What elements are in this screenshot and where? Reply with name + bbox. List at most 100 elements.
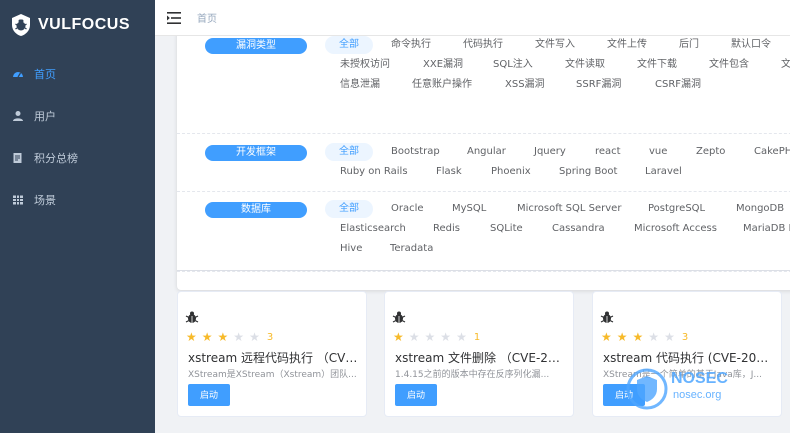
user-icon <box>12 110 24 122</box>
logo[interactable]: VULFOCUS <box>0 0 155 50</box>
tag-item[interactable]: Zepto <box>696 143 725 161</box>
document-icon <box>12 152 24 164</box>
tag-item[interactable]: 文件写入 <box>535 36 575 54</box>
tag-item[interactable]: react <box>595 143 621 161</box>
tag-item[interactable]: XSS漏洞 <box>505 76 545 94</box>
rating-value: 3 <box>681 331 689 343</box>
vuln-card[interactable]: ★ ★ ★ ★ ★ 1 xstream 文件删除 （CVE-2021-... 1… <box>384 291 574 417</box>
tag-item[interactable]: Bootstrap <box>391 143 440 161</box>
sidebar: VULFOCUS 首页 用户 积分总榜 场景 <box>0 0 155 433</box>
tag-item[interactable]: Elasticsearch <box>340 220 406 238</box>
sidebar-item-scenes[interactable]: 场景 <box>0 179 155 221</box>
tag-item[interactable]: SQLite <box>490 220 523 238</box>
tag-item[interactable]: Hive <box>340 240 362 258</box>
filter-label-database: 数据库 <box>205 202 307 218</box>
rating-value: 1 <box>473 331 481 343</box>
tag-item[interactable]: Angular <box>467 143 506 161</box>
sidebar-item-users[interactable]: 用户 <box>0 95 155 137</box>
tag-item[interactable]: 任意账户操作 <box>412 76 472 94</box>
sidebar-item-label: 场景 <box>34 194 56 207</box>
tag-all[interactable]: 全部 <box>325 143 373 161</box>
star-icon: ★ <box>616 330 628 344</box>
tag-item[interactable]: Ruby on Rails <box>340 163 408 181</box>
card-title: xstream 文件删除 （CVE-2021-... <box>395 351 565 365</box>
star-icon: ★ <box>664 330 675 344</box>
tag-item[interactable]: Laravel <box>645 163 682 181</box>
star-icon: ★ <box>393 330 404 344</box>
filter-row-database: 数据库 全部 Oracle MySQL Microsoft SQL Server… <box>177 192 790 272</box>
filter-card: 漏洞类型 全部 命令执行 代码执行 文件写入 文件上传 后门 默认口令 未授权访… <box>177 36 790 290</box>
star-icon: ★ <box>440 330 452 344</box>
top-navbar: 首页 <box>155 0 790 36</box>
nosec-logo-icon <box>626 368 668 410</box>
tag-item[interactable]: 命令执行 <box>391 36 431 54</box>
star-icon: ★ <box>424 330 436 344</box>
hamburger-icon[interactable] <box>167 11 181 24</box>
nosec-watermark: NOSEC nosec.org <box>625 365 745 411</box>
tag-item[interactable]: Microsoft SQL Server <box>517 200 621 218</box>
tag-item[interactable]: 未授权访问 <box>340 56 390 74</box>
tag-item[interactable]: Phoenix <box>491 163 531 181</box>
tag-item[interactable]: 文 <box>781 56 790 74</box>
tag-item[interactable]: MariaDB I <box>743 220 790 238</box>
shield-bug-logo-icon <box>12 14 30 36</box>
tag-item[interactable]: Spring Boot <box>559 163 617 181</box>
tag-item[interactable]: Flask <box>436 163 462 181</box>
tag-item[interactable]: Microsoft Access <box>634 220 717 238</box>
star-icon: ★ <box>249 330 260 344</box>
tag-item[interactable]: 信息泄漏 <box>340 76 380 94</box>
filter-row-vuln-type: 漏洞类型 全部 命令执行 代码执行 文件写入 文件上传 后门 默认口令 未授权访… <box>177 36 790 134</box>
tag-item[interactable]: 文件下载 <box>637 56 677 74</box>
sidebar-item-label: 积分总榜 <box>34 152 78 165</box>
tag-item[interactable]: 文件包含 <box>709 56 749 74</box>
card-title: xstream 代码执行 (CVE-2021-... <box>603 351 773 365</box>
star-icon: ★ <box>648 330 660 344</box>
start-button[interactable]: 启动 <box>188 384 230 406</box>
bug-icon <box>600 311 614 323</box>
tag-item[interactable]: 默认口令 <box>731 36 771 54</box>
tag-item[interactable]: CSRF漏洞 <box>655 76 701 94</box>
rating-stars: ★ ★ ★ ★ ★ 3 <box>186 330 273 344</box>
filter-label-framework: 开发框架 <box>205 145 307 161</box>
bug-icon <box>185 311 199 323</box>
tag-item[interactable]: 代码执行 <box>463 36 503 54</box>
dashboard-icon <box>12 68 24 80</box>
tag-all[interactable]: 全部 <box>325 200 373 218</box>
sidebar-item-home[interactable]: 首页 <box>0 53 155 95</box>
tag-item[interactable]: MySQL <box>452 200 486 218</box>
tag-item[interactable]: Cassandra <box>552 220 605 238</box>
tag-item[interactable]: 文件上传 <box>607 36 647 54</box>
card-title: xstream 远程代码执行 （CVE-2021-... <box>188 351 358 365</box>
tag-item[interactable]: XXE漏洞 <box>423 56 463 74</box>
tag-item[interactable]: MongoDB <box>736 200 784 218</box>
star-icon: ★ <box>601 330 612 344</box>
tag-item[interactable]: Oracle <box>391 200 424 218</box>
section-divider <box>177 270 790 271</box>
star-icon: ★ <box>632 330 644 344</box>
tag-item[interactable]: 后门 <box>679 36 699 54</box>
start-button[interactable]: 启动 <box>395 384 437 406</box>
tag-item[interactable]: Redis <box>433 220 460 238</box>
tag-item[interactable]: 文件读取 <box>565 56 605 74</box>
star-icon: ★ <box>456 330 467 344</box>
tag-item[interactable]: CakePH <box>754 143 790 161</box>
bug-icon <box>392 311 406 323</box>
filter-tags-vuln-type: 全部 命令执行 代码执行 文件写入 文件上传 后门 默认口令 未授权访问 XXE… <box>325 36 790 130</box>
breadcrumb[interactable]: 首页 <box>197 10 217 25</box>
tag-item[interactable]: Teradata <box>390 240 433 258</box>
sidebar-item-label: 首页 <box>34 68 56 81</box>
vuln-card[interactable]: ★ ★ ★ ★ ★ 3 xstream 远程代码执行 （CVE-2021-...… <box>177 291 367 417</box>
rating-stars: ★ ★ ★ ★ ★ 1 <box>393 330 480 344</box>
star-icon: ★ <box>408 330 420 344</box>
tag-item[interactable]: SSRF漏洞 <box>576 76 621 94</box>
tag-item[interactable]: SQL注入 <box>493 56 533 74</box>
tag-item[interactable]: PostgreSQL <box>648 200 705 218</box>
card-description: XStream是XStream（Xstream）团队... <box>188 370 357 380</box>
tag-item[interactable]: vue <box>649 143 667 161</box>
tag-item[interactable]: Jquery <box>534 143 566 161</box>
star-icon: ★ <box>217 330 229 344</box>
tag-all[interactable]: 全部 <box>325 36 373 54</box>
rating-value: 3 <box>266 331 274 343</box>
table-icon <box>12 194 24 206</box>
sidebar-item-leaderboard[interactable]: 积分总榜 <box>0 137 155 179</box>
